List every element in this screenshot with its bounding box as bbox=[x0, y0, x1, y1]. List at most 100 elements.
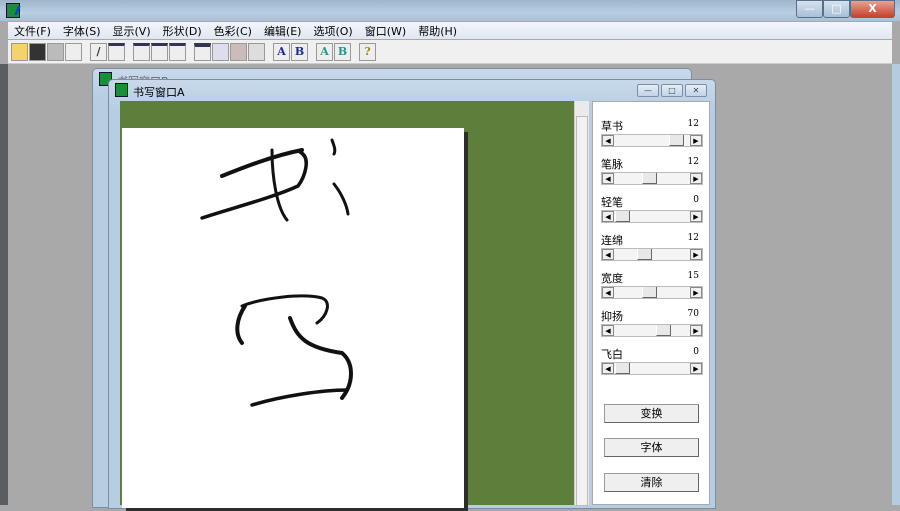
menu-bar: 文件(F) 字体(S) 显示(V) 形状(D) 色彩(C) 编辑(E) 选项(O… bbox=[8, 22, 892, 39]
save-icon[interactable] bbox=[29, 42, 46, 61]
scroll-left-icon[interactable]: ◀ bbox=[602, 135, 614, 146]
slider-label: 草书 bbox=[601, 120, 623, 133]
frame-icon[interactable] bbox=[108, 42, 125, 61]
slider-value: 12 bbox=[687, 233, 699, 243]
slider-thumb[interactable] bbox=[669, 135, 685, 146]
slider[interactable]: ◀ ▶ bbox=[601, 248, 703, 261]
help-icon[interactable]: ? bbox=[359, 42, 376, 61]
menu-shape[interactable]: 形状(D) bbox=[157, 23, 208, 39]
scroll-left-icon[interactable]: ◀ bbox=[602, 325, 614, 336]
slider-value: 0 bbox=[693, 347, 699, 357]
settings-panel: 草书 12 ◀ ▶ 笔脉 12 ◀ ▶ 轻笔 0 ◀ ▶ 连绵 12 ◀ ▶ 宽… bbox=[592, 101, 710, 505]
layout2-icon[interactable] bbox=[151, 42, 168, 61]
slider-thumb[interactable] bbox=[641, 173, 657, 184]
slider[interactable]: ◀ ▶ bbox=[601, 134, 703, 147]
clear-button[interactable]: 清除 bbox=[604, 473, 699, 492]
copy-icon[interactable] bbox=[212, 42, 229, 61]
calligraphy-strokes bbox=[200, 138, 353, 407]
menu-view[interactable]: 显示(V) bbox=[107, 23, 157, 39]
transform-button[interactable]: 变换 bbox=[604, 404, 699, 423]
slider-value: 12 bbox=[687, 119, 699, 129]
scroll-right-icon[interactable]: ▶ bbox=[690, 211, 702, 222]
vertical-scrollbar[interactable] bbox=[574, 101, 589, 506]
slider-thumb[interactable] bbox=[641, 287, 657, 298]
window-icon[interactable] bbox=[194, 42, 211, 61]
slider-value: 0 bbox=[693, 195, 699, 205]
stroke bbox=[220, 148, 304, 178]
layout3-icon[interactable] bbox=[169, 42, 186, 61]
slider-label: 笔脉 bbox=[601, 158, 623, 171]
stroke bbox=[332, 182, 350, 216]
app-icon bbox=[6, 3, 20, 18]
stroke bbox=[250, 388, 349, 407]
font-a-button[interactable]: A bbox=[273, 42, 290, 61]
app-titlebar: — □ X bbox=[0, 0, 900, 21]
slider-label: 连绵 bbox=[601, 234, 623, 247]
slider-label: 飞白 bbox=[601, 348, 623, 361]
stroke bbox=[240, 294, 329, 325]
menu-font[interactable]: 字体(S) bbox=[57, 23, 107, 39]
scroll-right-icon[interactable]: ▶ bbox=[690, 173, 702, 184]
clipboard-icon[interactable] bbox=[248, 42, 265, 61]
window-frame-left bbox=[0, 64, 8, 505]
slider-thumb[interactable] bbox=[615, 211, 630, 222]
scroll-right-icon[interactable]: ▶ bbox=[690, 249, 702, 260]
slider-label: 抑扬 bbox=[601, 310, 623, 323]
menu-options[interactable]: 选项(O) bbox=[307, 23, 358, 39]
window-frame-right bbox=[892, 64, 900, 505]
scroll-right-icon[interactable]: ▶ bbox=[690, 363, 702, 374]
scrollbar-thumb[interactable] bbox=[576, 116, 588, 506]
slider-value: 15 bbox=[687, 271, 699, 281]
font-b-button[interactable]: B bbox=[291, 42, 308, 61]
stroke bbox=[270, 148, 289, 222]
paste-icon[interactable] bbox=[230, 42, 247, 61]
menu-edit[interactable]: 编辑(E) bbox=[258, 23, 308, 39]
front-window-title: 书写窗口A bbox=[133, 86, 185, 99]
color-b-button[interactable]: B bbox=[334, 42, 351, 61]
scroll-left-icon[interactable]: ◀ bbox=[602, 287, 614, 298]
window-icon bbox=[115, 83, 128, 97]
pen-icon[interactable]: / bbox=[90, 42, 107, 61]
menu-color[interactable]: 色彩(C) bbox=[208, 23, 258, 39]
toolbar: / A B A B ? bbox=[8, 40, 892, 64]
scroll-left-icon[interactable]: ◀ bbox=[602, 211, 614, 222]
menu-file[interactable]: 文件(F) bbox=[8, 23, 57, 39]
maximize-button[interactable]: □ bbox=[823, 0, 850, 18]
slider-label: 轻笔 bbox=[601, 196, 623, 209]
writing-canvas[interactable] bbox=[120, 101, 574, 508]
slider-thumb[interactable] bbox=[615, 363, 630, 374]
scroll-right-icon[interactable]: ▶ bbox=[690, 135, 702, 146]
close-button[interactable]: X bbox=[850, 0, 895, 18]
child-minimize-button[interactable]: — bbox=[637, 84, 659, 97]
slider[interactable]: ◀ ▶ bbox=[601, 172, 703, 185]
scroll-right-icon[interactable]: ▶ bbox=[690, 287, 702, 298]
menu-window[interactable]: 窗口(W) bbox=[359, 23, 412, 39]
scroll-right-icon[interactable]: ▶ bbox=[690, 325, 702, 336]
slider[interactable]: ◀ ▶ bbox=[601, 362, 703, 375]
stroke bbox=[235, 304, 247, 345]
slider[interactable]: ◀ ▶ bbox=[601, 210, 703, 223]
open-icon[interactable] bbox=[11, 42, 28, 61]
preview-icon[interactable] bbox=[65, 42, 82, 61]
color-a-button[interactable]: A bbox=[316, 42, 333, 61]
child-close-button[interactable]: ✕ bbox=[685, 84, 707, 97]
scroll-left-icon[interactable]: ◀ bbox=[602, 249, 614, 260]
slider[interactable]: ◀ ▶ bbox=[601, 324, 703, 337]
writing-page[interactable] bbox=[122, 128, 464, 508]
slider-label: 宽度 bbox=[601, 272, 623, 285]
menu-help[interactable]: 帮助(H) bbox=[412, 23, 463, 39]
stroke bbox=[330, 138, 337, 156]
layout1-icon[interactable] bbox=[133, 42, 150, 61]
slider-value: 12 bbox=[687, 157, 699, 167]
scroll-left-icon[interactable]: ◀ bbox=[602, 173, 614, 184]
slider-thumb[interactable] bbox=[637, 249, 653, 260]
print-icon[interactable] bbox=[47, 42, 64, 61]
slider[interactable]: ◀ ▶ bbox=[601, 286, 703, 299]
stroke bbox=[288, 316, 353, 400]
font-button[interactable]: 字体 bbox=[604, 438, 699, 457]
slider-value: 70 bbox=[687, 309, 699, 319]
child-maximize-button[interactable]: □ bbox=[661, 84, 683, 97]
scroll-left-icon[interactable]: ◀ bbox=[602, 363, 614, 374]
minimize-button[interactable]: — bbox=[796, 0, 823, 18]
slider-thumb[interactable] bbox=[656, 325, 672, 336]
